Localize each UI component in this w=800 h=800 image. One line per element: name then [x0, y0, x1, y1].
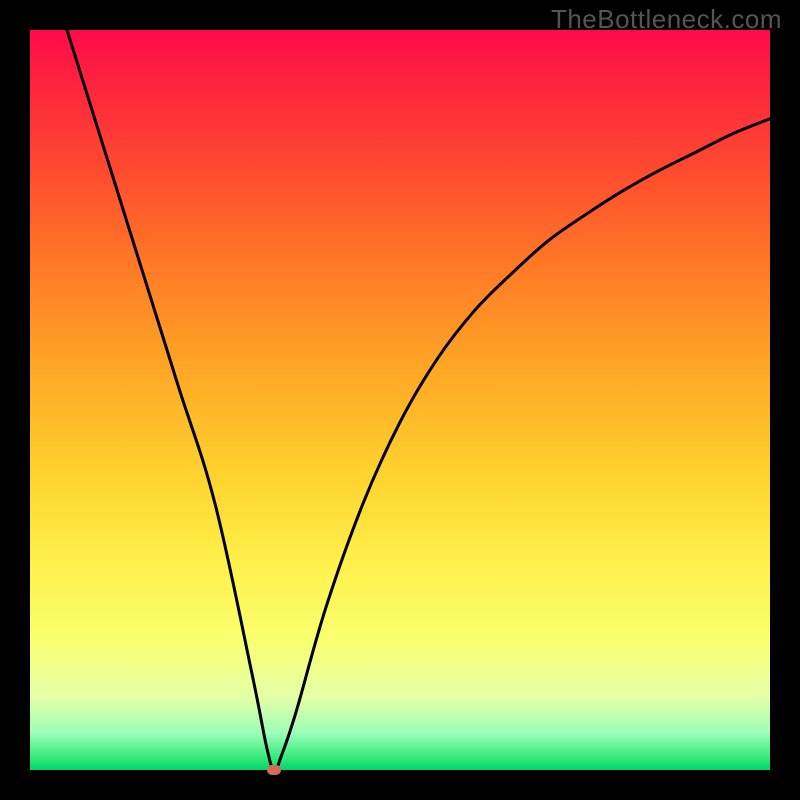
bottleneck-curve: [30, 30, 770, 770]
chart-frame: TheBottleneck.com: [0, 0, 800, 800]
plot-area: [30, 30, 770, 770]
minimum-marker: [267, 765, 281, 775]
